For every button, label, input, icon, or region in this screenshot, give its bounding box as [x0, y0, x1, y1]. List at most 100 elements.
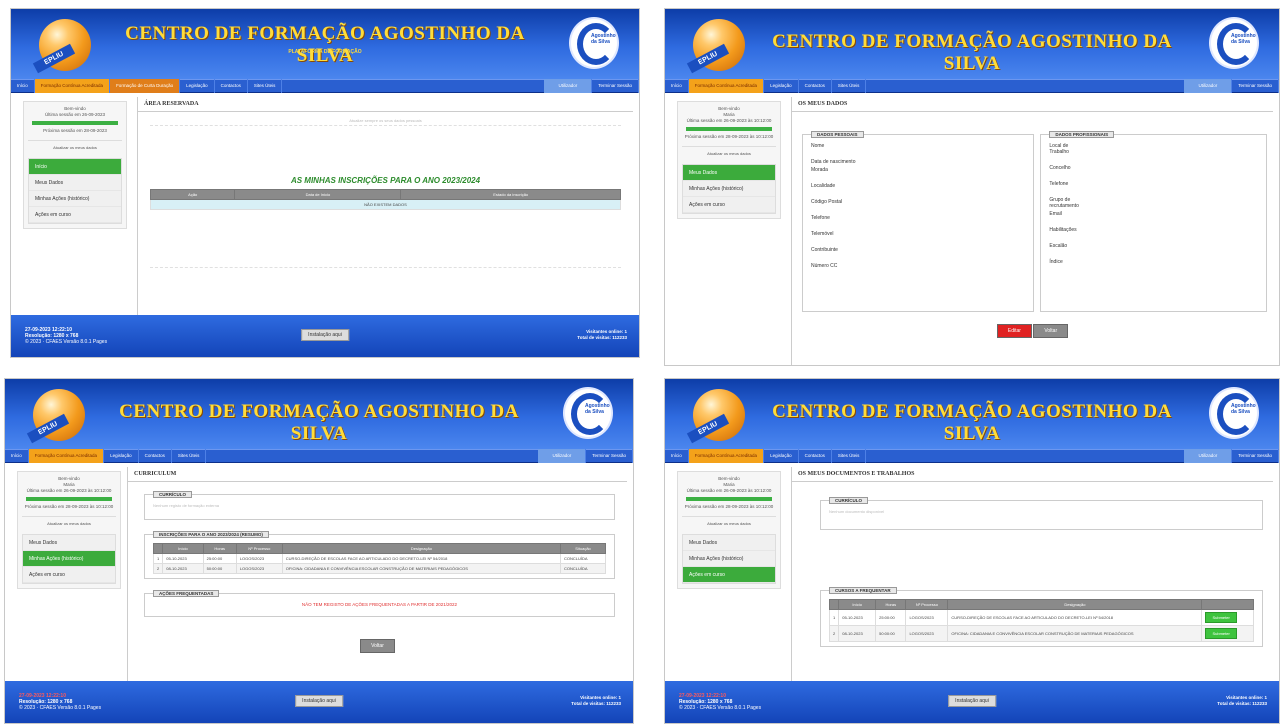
col-start: Data de Início [234, 189, 402, 200]
submit-button[interactable]: Submeter [1205, 612, 1237, 623]
col-action: Ação [149, 189, 236, 200]
col-designation: Designação [281, 543, 562, 554]
enrolments-legend: INSCRIÇÕES PARA O ANO 2023/2024 (RESUMO) [153, 531, 269, 538]
side-menu: Início Meus Dados Minhas Ações (históric… [28, 158, 122, 224]
school-emblem: Agostinho da Silva [563, 387, 613, 439]
nav-useful-links[interactable]: Sites Úteis [248, 79, 283, 93]
nav-legislation[interactable]: Legislação [764, 79, 799, 93]
nav-contacts[interactable]: Contactos [215, 79, 248, 93]
menu-item-my-data[interactable]: Meus Dados [23, 535, 115, 551]
footer-total: Total de visitas: 112233 [1217, 701, 1267, 706]
nav-courses[interactable]: Formação Contínua Acreditada [28, 449, 105, 463]
sidebar: Bem-vindo Maria Última sessão em 26-09-2… [677, 101, 781, 219]
menu-item-my-data[interactable]: Meus Dados [683, 535, 775, 551]
menu-item-my-data[interactable]: Meus Dados [29, 175, 121, 191]
nav-logout[interactable]: Terminar Sessão [1232, 79, 1279, 93]
session-progress-bar [32, 121, 118, 125]
enrolments-heading: AS MINHAS INSCRIÇÕES PARA O ANO 2023/202… [290, 176, 481, 185]
professional-data-section: DADOS PROFISSIONAIS Local de Trabalho Co… [1040, 131, 1267, 312]
logo-text: EPLIU [32, 43, 76, 74]
table-row: 2 08-10-2023 50:00:00 LOGOS/2023 OFICINA… [828, 625, 1254, 642]
nav-legislation[interactable]: Legislação [764, 449, 799, 463]
nav-home[interactable]: Início [665, 79, 689, 93]
nav-account[interactable]: Utilizador [1184, 79, 1233, 93]
menu-item-history[interactable]: Minhas Ações (histórico) [683, 551, 775, 567]
menu-item-current[interactable]: Ações em curso [23, 567, 115, 583]
field-birth: Data de nascimento [811, 159, 856, 165]
nav-account[interactable]: Utilizador [538, 449, 587, 463]
nav-short-courses[interactable]: Formação de Curta Duração [110, 79, 181, 93]
last-session: Última sessão em 26-09-2023 às 10:12:00 [686, 118, 772, 123]
footer-center-button[interactable]: Instalação aqui [948, 695, 996, 707]
back-button[interactable]: Voltar [1033, 324, 1069, 338]
footer-stats: Visitantes online: 1 Total de visitas: 1… [577, 329, 627, 341]
nav-courses[interactable]: Formação Contínua Acreditada [34, 79, 111, 93]
nav-legislation[interactable]: Legislação [180, 79, 215, 93]
summary-text: Nenhum registo de formação externa [153, 503, 220, 508]
footer-total: Total de visitas: 112233 [577, 335, 627, 340]
summary-legend: CURRÍCULO [153, 491, 192, 498]
update-data-link[interactable]: Atualizar os meus dados [28, 140, 122, 150]
personal-legend: DADOS PESSOAIS [811, 131, 864, 138]
side-menu: Meus Dados Minhas Ações (histórico) Açõe… [22, 534, 116, 584]
logo[interactable]: EPLIU [686, 19, 745, 74]
nav-contacts[interactable]: Contactos [139, 449, 172, 463]
table-row: 1 05-10-2023 25:00:00 LOGOS/2023 CURSO-D… [152, 553, 606, 564]
nav-account[interactable]: Utilizador [544, 79, 593, 93]
submit-button[interactable]: Submeter [1205, 628, 1237, 639]
school-emblem: Agostinho da Silva [1209, 387, 1259, 439]
next-session: Próxima sessão em 28-09-2023 [43, 128, 107, 133]
table-row: 2 08-10-2023 50:00:00 LOGOS/2023 OFICINA… [152, 563, 606, 574]
nav-contacts[interactable]: Contactos [799, 79, 832, 93]
col-start: Início [838, 599, 877, 610]
site-header: EPLIU CENTRO DE FORMAÇÃO AGOSTINHO DA SI… [665, 9, 1279, 79]
nav-legislation[interactable]: Legislação [104, 449, 139, 463]
nav-courses[interactable]: Formação Contínua Acreditada [688, 449, 765, 463]
logo[interactable]: EPLIU [32, 19, 91, 74]
session-progress-bar [686, 497, 772, 501]
cell-status: CONCLUÍDA [560, 563, 606, 574]
nav-logout[interactable]: Terminar Sessão [592, 79, 639, 93]
emblem-text: Agostinho da Silva [591, 33, 616, 45]
update-data-link[interactable]: Atualizar os meus dados [22, 516, 116, 526]
menu-item-current[interactable]: Ações em curso [683, 567, 775, 583]
update-data-link[interactable]: Atualizar os meus dados [682, 146, 776, 156]
menu-item-history[interactable]: Minhas Ações (histórico) [29, 191, 121, 207]
menu-item-home[interactable]: Início [29, 159, 121, 175]
logo[interactable]: EPLIU [686, 389, 745, 444]
side-menu: Meus Dados Minhas Ações (histórico) Açõe… [682, 164, 776, 214]
nav-home[interactable]: Início [11, 79, 35, 93]
menu-item-history[interactable]: Minhas Ações (histórico) [683, 181, 775, 197]
menu-item-current[interactable]: Ações em curso [29, 207, 121, 223]
logo[interactable]: EPLIU [26, 389, 85, 444]
nav-contacts[interactable]: Contactos [799, 449, 832, 463]
nav-home[interactable]: Início [665, 449, 689, 463]
nav-logout[interactable]: Terminar Sessão [586, 449, 633, 463]
screenshot-meus-dados: EPLIU CENTRO DE FORMAÇÃO AGOSTINHO DA SI… [664, 8, 1280, 366]
menu-item-my-data[interactable]: Meus Dados [683, 165, 775, 181]
next-session: Próxima sessão em 28-09-2023 às 10:12:00 [684, 134, 774, 139]
edit-button[interactable]: Editar [996, 324, 1032, 338]
cell-hours: 50:00:00 [202, 563, 237, 574]
menu-item-current[interactable]: Ações em curso [683, 197, 775, 213]
cell-process: LOGOS/2023 [235, 553, 283, 564]
nav-useful-links[interactable]: Sites Úteis [172, 449, 207, 463]
footer-center-button[interactable]: Instalação aqui [301, 329, 349, 341]
main-content: OS MEUS DADOS DADOS PESSOAIS Nome Data d… [791, 97, 1273, 365]
menu-item-history[interactable]: Minhas Ações (histórico) [23, 551, 115, 567]
nav-useful-links[interactable]: Sites Úteis [832, 79, 867, 93]
enrolments-table: Ação Data de Início Estado da inscrição … [149, 189, 621, 210]
update-data-link[interactable]: Atualizar os meus dados [682, 516, 776, 526]
cell-hours: 25:00:00 [202, 553, 237, 564]
nav-useful-links[interactable]: Sites Úteis [832, 449, 867, 463]
screenshot-curriculum: EPLIU CENTRO DE FORMAÇÃO AGOSTINHO DA SI… [4, 378, 634, 724]
col-process: Nº Processo [905, 599, 949, 610]
nav-account[interactable]: Utilizador [1184, 449, 1233, 463]
nav-home[interactable]: Início [5, 449, 29, 463]
footer-total: Total de visitas: 112233 [571, 701, 621, 706]
back-button[interactable]: Voltar [360, 639, 395, 653]
col-hours: Horas [202, 543, 237, 554]
nav-logout[interactable]: Terminar Sessão [1232, 449, 1279, 463]
nav-courses[interactable]: Formação Contínua Acreditada [688, 79, 765, 93]
footer-center-button[interactable]: Instalação aqui [295, 695, 343, 707]
